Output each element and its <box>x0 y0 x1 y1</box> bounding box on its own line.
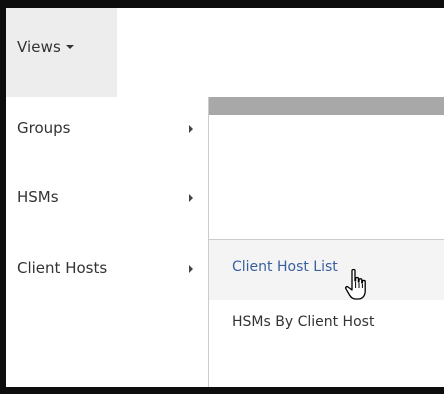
menu-item-label: Client Hosts <box>17 259 108 277</box>
views-dropdown-button[interactable]: Views <box>6 8 117 97</box>
menu-item-client-hosts[interactable]: Client Hosts <box>6 248 208 288</box>
client-hosts-submenu: Client Host List HSMs By Client Host <box>208 239 444 387</box>
submenu-item-label: HSMs By Client Host <box>232 314 375 330</box>
submenu-item-hsms-by-client-host[interactable]: HSMs By Client Host <box>209 300 444 380</box>
hand-pointer-cursor-icon <box>344 268 366 300</box>
toolbar-bar <box>208 97 444 115</box>
caret-right-icon <box>189 194 193 202</box>
menu-item-label: HSMs <box>17 188 59 206</box>
menu-item-hsms[interactable]: HSMs <box>6 177 208 217</box>
caret-down-icon <box>65 45 74 49</box>
menu-item-groups[interactable]: Groups <box>6 108 208 148</box>
menu-item-label: Groups <box>17 119 71 137</box>
caret-right-icon <box>189 265 193 273</box>
views-button-label: Views <box>17 38 61 56</box>
submenu-item-label: Client Host List <box>232 259 338 275</box>
submenu-item-client-host-list[interactable]: Client Host List <box>209 240 444 300</box>
views-dropdown-menu: Groups HSMs Client Hosts <box>6 97 209 387</box>
caret-right-icon <box>189 125 193 133</box>
